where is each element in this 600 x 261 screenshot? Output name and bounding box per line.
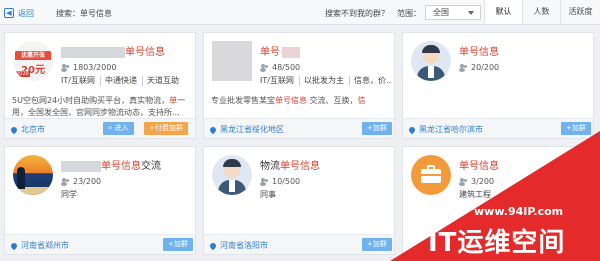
card-footer: 黑龙江省绥化地区 +加群 (204, 118, 394, 138)
search-query-text: 搜索：单号信息 (56, 9, 112, 18)
location-pin-icon (9, 125, 19, 134)
group-title[interactable]: 单号信息 (459, 43, 499, 58)
promo-stripe: 优惠开张 (15, 51, 51, 60)
group-title[interactable]: 单号信息交流 (61, 157, 161, 172)
join-group-button[interactable]: +加群 (163, 238, 193, 251)
group-card[interactable]: 单号信息 20/200 黑龙江省哈尔滨市 +加群 (402, 32, 594, 139)
default-user-avatar (212, 155, 252, 195)
group-title[interactable]: 物流单号信息 (260, 157, 320, 172)
promo-badge-image: 优惠开张 20元 2020 (13, 41, 53, 81)
group-avatar (212, 41, 252, 81)
group-tags: IT/互联网 中通快递 天道互助 (61, 76, 193, 86)
default-user-avatar (411, 41, 451, 81)
card-footer: 河南省郑州市 +加群 (5, 234, 195, 254)
members-icon (459, 63, 468, 72)
member-count: 20/200 (459, 63, 499, 72)
watermark-name: IT运维空间 (428, 228, 566, 258)
tab-default[interactable]: 默认 (484, 0, 522, 24)
tag: 同学 (61, 190, 77, 199)
scope-dropdown[interactable]: 全国 (425, 5, 481, 20)
paid-join-button[interactable]: +付费加群 (144, 122, 188, 135)
caret-down-icon (468, 11, 474, 15)
member-count: 48/500 (260, 63, 300, 72)
join-group-button[interactable]: +加群 (362, 238, 392, 251)
scope-value: 全国 (433, 8, 449, 17)
location-pin-icon (208, 125, 218, 134)
beach-sunset-image (13, 155, 53, 195)
members-icon (61, 177, 70, 186)
location: 北京市 (9, 124, 45, 135)
watermark-url: www.94IP.com (474, 205, 564, 218)
group-description: 5U空包网24小时自助购买平台，真实物流，单一用，全国发全国，官网同步物流动态，… (12, 96, 186, 117)
group-tags: IT/互联网 以批发为主 信息，价... (260, 76, 392, 86)
group-tags: 同事 (260, 190, 392, 200)
tag: IT/互联网 (260, 76, 300, 86)
group-avatar (13, 155, 53, 195)
tag: IT/互联网 (61, 76, 101, 86)
blurred-name (61, 46, 125, 58)
tag: 信息，价... (353, 76, 392, 85)
tab-activity[interactable]: 活跃度 (560, 0, 600, 24)
tag: 天道互助 (146, 76, 179, 85)
tab-members[interactable]: 人数 (522, 0, 560, 24)
card-footer: 北京市 » 进入 +付费加群 (5, 118, 195, 138)
group-card[interactable]: 优惠开张 20元 2020 单号信息 1803/2000 IT/互联网 中通快递… (4, 32, 196, 139)
group-tags: 同学 (61, 190, 193, 200)
enter-button[interactable]: » 进入 (103, 122, 134, 135)
members-icon (61, 63, 70, 72)
search-toolbar: ◀ 返回 搜索：单号信息 搜索不到我的群？ 范围： 全国 默认 人数 活跃度 (0, 0, 600, 25)
location: 黑龙江省绥化地区 (208, 124, 284, 135)
tag: 中通快递 (105, 76, 143, 86)
group-avatar (212, 155, 252, 195)
location-pin-icon (208, 241, 218, 250)
back-arrow-icon: ◀ (4, 8, 14, 18)
back-label: 返回 (18, 8, 34, 18)
member-count: 10/500 (260, 177, 300, 186)
tag: 同事 (260, 190, 276, 199)
group-card[interactable]: 单号信息交流 23/200 同学 河南省郑州市 +加群 (4, 146, 196, 255)
tag: 以批发为主 (304, 76, 350, 86)
members-icon (260, 177, 269, 186)
scope-label: 范围： (397, 9, 421, 18)
group-description: 专业批发零售某宝单号信息 交流、互换，信 (211, 96, 366, 105)
back-button[interactable]: ◀ 返回 (4, 6, 34, 20)
location-pin-icon (9, 241, 19, 250)
blurred-name (61, 160, 101, 172)
blurred-name (282, 46, 300, 58)
group-title[interactable]: 单号 (260, 43, 300, 58)
group-title[interactable]: 单号信息 (61, 43, 165, 58)
group-avatar: 优惠开张 20元 2020 (13, 41, 53, 81)
card-footer: 河南省洛阳市 +加群 (204, 234, 394, 254)
members-icon (260, 63, 269, 72)
group-avatar (411, 41, 451, 81)
member-count: 1803/2000 (61, 63, 116, 72)
join-group-button[interactable]: +加群 (362, 122, 392, 135)
location: 河南省郑州市 (9, 240, 69, 251)
member-count: 23/200 (61, 177, 101, 186)
group-card[interactable]: 单号 48/500 IT/互联网 以批发为主 信息，价... 专业批发零售某宝单… (203, 32, 395, 139)
not-found-link[interactable]: 搜索不到我的群？ (325, 8, 389, 19)
group-card[interactable]: 物流单号信息 10/500 同事 河南省洛阳市 +加群 (203, 146, 395, 255)
location: 河南省洛阳市 (208, 240, 268, 251)
promo-year: 2020 (15, 71, 30, 77)
